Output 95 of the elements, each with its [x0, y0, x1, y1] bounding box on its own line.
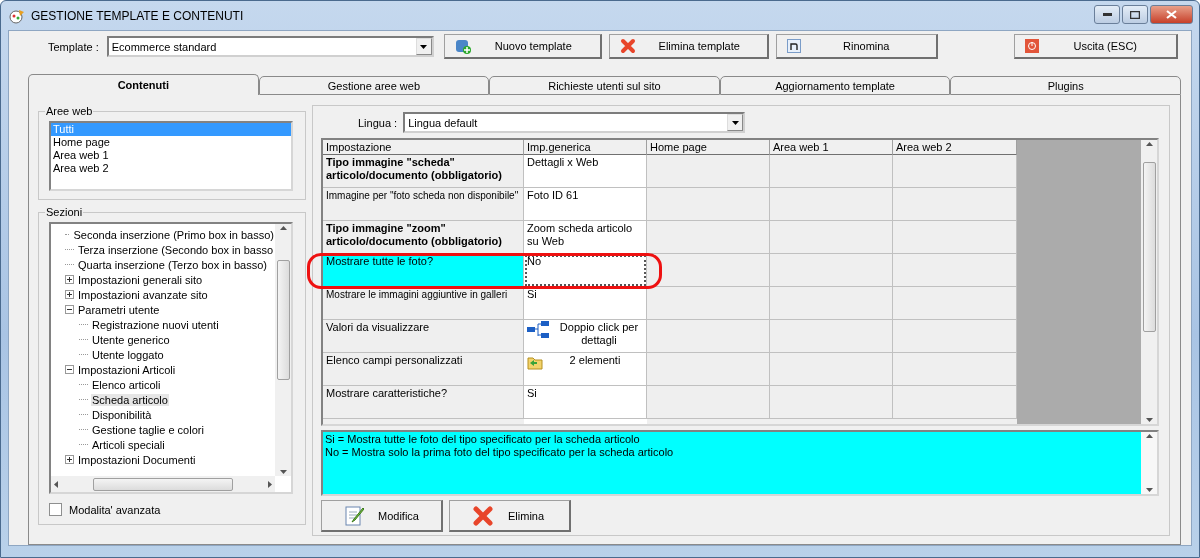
power-icon: [1024, 39, 1039, 53]
rename-button[interactable]: Rinomina: [775, 34, 938, 59]
tree-item[interactable]: Impostazioni Articoli: [77, 363, 177, 376]
maximize-button[interactable]: [1122, 5, 1148, 24]
tree-item[interactable]: Impostazioni avanzate sito: [77, 288, 209, 301]
description-text: Si = Mostra tutte le foto del tipo specificato per la scheda articolo No = Mostra solo la prima foto del tipo specificato per la scheda articolo: [324, 432, 675, 460]
list-item[interactable]: Area web 2: [51, 162, 291, 175]
vertical-scrollbar[interactable]: [275, 224, 291, 476]
tree-item[interactable]: Articoli speciali: [91, 438, 166, 451]
collapse-icon[interactable]: [65, 365, 74, 374]
edit-button[interactable]: Modifica: [321, 500, 443, 532]
vertical-scrollbar[interactable]: [1141, 140, 1157, 424]
column-header[interactable]: Home page: [647, 140, 770, 156]
setting-cell[interactable]: Valori da visualizzare: [323, 320, 524, 353]
document-pencil-icon: [344, 504, 365, 527]
setting-cell[interactable]: Mostrare caratteristiche?: [323, 386, 524, 419]
hierarchy-icon: [527, 321, 551, 339]
tab[interactable]: Contenuti: [28, 74, 259, 95]
checkbox-label: Modalita' avanzata: [69, 503, 161, 516]
setting-cell[interactable]: Tipo immagine "zoom" articolo/documento (obbligatorio): [323, 221, 524, 254]
language-dropdown[interactable]: Lingua default: [403, 112, 746, 133]
value-cell[interactable]: Doppio click per dettagli: [524, 320, 647, 353]
value-cell[interactable]: Foto ID 61: [524, 188, 647, 221]
expand-icon[interactable]: [65, 455, 74, 464]
scroll-up-icon[interactable]: [279, 226, 287, 230]
value-cell[interactable]: Si: [524, 287, 647, 320]
list-item[interactable]: Area web 1: [51, 149, 291, 162]
tab[interactable]: Plugins: [950, 76, 1181, 95]
tree-item[interactable]: Registrazione nuovi utenti: [91, 318, 220, 331]
tree-item[interactable]: Quarta inserzione (Terzo box in basso): [77, 258, 268, 271]
dropdown-arrow-icon: [731, 120, 739, 125]
scroll-down-icon[interactable]: [1145, 418, 1153, 422]
tree-item[interactable]: Gestione taglie e colori: [91, 423, 205, 436]
tree-item[interactable]: Elenco articoli: [91, 378, 162, 391]
list-box[interactable]: Tutti Home page Area web 1 Area web 2: [49, 121, 293, 191]
tab[interactable]: Richieste utenti sul sito: [489, 76, 720, 95]
scroll-down-icon[interactable]: [279, 470, 287, 474]
exit-button[interactable]: Uscita (ESC): [1013, 34, 1178, 59]
template-label: Template :: [48, 40, 99, 53]
minimize-button[interactable]: [1094, 5, 1120, 24]
maximize-icon: [1130, 10, 1140, 19]
tree-item[interactable]: Utente generico: [91, 333, 171, 346]
scroll-right-icon[interactable]: [268, 480, 272, 488]
expand-icon[interactable]: [65, 290, 74, 299]
checkbox-icon[interactable]: [49, 503, 62, 516]
language-label: Lingua :: [358, 116, 398, 129]
value-cell[interactable]: Dettagli x Web: [524, 155, 647, 188]
group-title: Aree web: [45, 105, 94, 117]
group-title: Sezioni: [45, 206, 84, 218]
tree-item[interactable]: Terza inserzione (Secondo box in basso: [77, 243, 275, 256]
tab[interactable]: Aggiornamento template: [719, 76, 951, 95]
cross-icon: [619, 38, 636, 54]
letter-n-icon: [786, 39, 801, 53]
close-button[interactable]: [1150, 5, 1193, 24]
scroll-down-icon[interactable]: [1145, 488, 1153, 492]
column-header[interactable]: Area web 2: [893, 140, 1017, 156]
app-icon: [9, 7, 25, 24]
tree-item[interactable]: Utente loggato: [91, 348, 165, 361]
tree-view[interactable]: [49, 222, 293, 494]
cross-icon: [472, 504, 494, 527]
setting-cell[interactable]: Mostrare le immagini aggiuntive in galleri: [323, 287, 524, 320]
tree-item[interactable]: Disponibilità: [91, 408, 153, 421]
collapse-icon[interactable]: [65, 305, 74, 314]
minimize-icon: [1102, 13, 1112, 16]
column-header[interactable]: Area web 1: [770, 140, 893, 156]
tab[interactable]: Gestione aree web: [258, 76, 490, 95]
tree-item[interactable]: Parametri utente: [77, 303, 161, 316]
tree-item[interactable]: Impostazioni generali sito: [77, 273, 204, 286]
tree-item[interactable]: Scheda articolo: [91, 393, 169, 406]
scroll-left-icon[interactable]: [54, 480, 58, 488]
scroll-up-icon[interactable]: [1145, 142, 1153, 146]
value-cell[interactable]: Zoom scheda articolo su Web: [524, 221, 647, 254]
delete-button[interactable]: Elimina: [449, 500, 571, 532]
close-icon: [1166, 10, 1177, 19]
setting-cell[interactable]: Elenco campi personalizzati: [323, 353, 524, 386]
vertical-scrollbar[interactable]: [1141, 432, 1157, 494]
expand-icon[interactable]: [65, 275, 74, 284]
new-button[interactable]: Nuovo template: [443, 34, 602, 59]
horizontal-scrollbar[interactable]: [51, 476, 275, 492]
setting-cell[interactable]: Immagine per "foto scheda non disponibile": [323, 188, 524, 221]
window-title: GESTIONE TEMPLATE E CONTENUTI: [31, 8, 245, 23]
value-cell[interactable]: Si: [524, 386, 647, 419]
column-header[interactable]: Imp.generica: [524, 140, 647, 156]
delete-button[interactable]: Elimina template: [608, 34, 769, 59]
value-cell[interactable]: 2 elementi: [524, 353, 647, 386]
tree-item[interactable]: Impostazioni Documenti: [77, 453, 197, 466]
dropdown-arrow-icon: [420, 44, 428, 49]
folder-icon: [527, 354, 543, 370]
list-item[interactable]: Home page: [51, 136, 291, 149]
setting-cell[interactable]: Tipo immagine "scheda" articolo/documento (obbligatorio): [323, 155, 524, 188]
advanced-mode-checkbox[interactable]: Modalita' avanzata: [49, 503, 293, 516]
scroll-up-icon[interactable]: [1145, 434, 1153, 438]
column-header[interactable]: Impostazione: [323, 140, 524, 156]
tree-item[interactable]: Seconda inserzione (Primo box in basso): [72, 228, 275, 241]
template-dropdown[interactable]: Ecommerce standard: [106, 36, 434, 57]
